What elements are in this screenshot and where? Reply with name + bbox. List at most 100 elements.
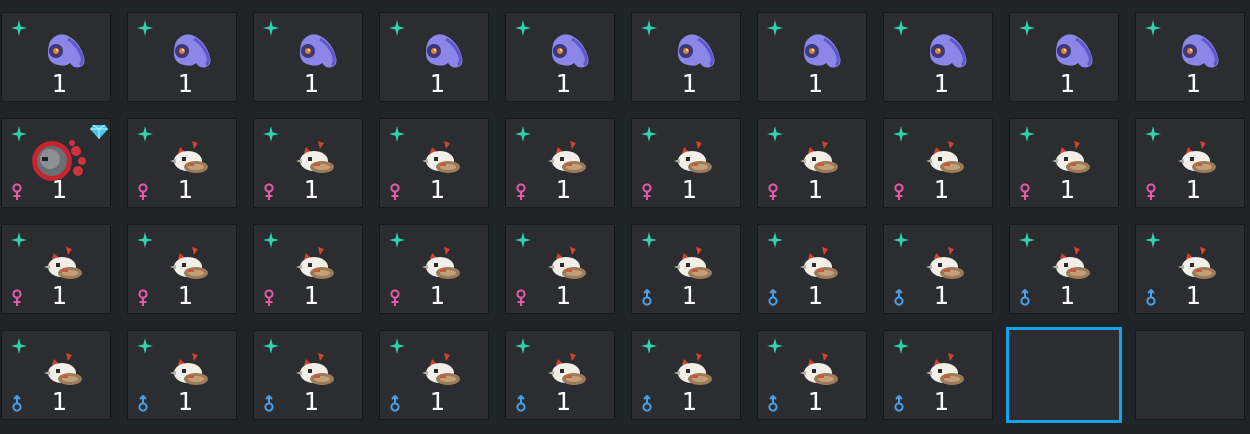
box-slot[interactable]: 1 xyxy=(379,118,489,208)
box-slot[interactable]: 1 xyxy=(631,330,741,420)
female-icon xyxy=(1145,183,1157,201)
female-icon xyxy=(137,183,149,201)
box-slot[interactable]: 1 xyxy=(883,224,993,314)
slot-count: 1 xyxy=(933,69,949,98)
box-slot[interactable]: 1 xyxy=(883,330,993,420)
male-icon xyxy=(641,288,653,307)
shiny-sparkle-icon xyxy=(137,20,153,36)
slot-count: 1 xyxy=(807,69,823,98)
box-slot[interactable]: 1 xyxy=(883,12,993,102)
box-slot[interactable]: 1 xyxy=(505,118,615,208)
box-slot[interactable]: 1 xyxy=(1009,224,1119,314)
bird-pokemon-icon xyxy=(922,349,970,389)
box-slot[interactable]: 1 xyxy=(1,12,111,102)
box-slot[interactable]: 1 xyxy=(127,224,237,314)
shiny-sparkle-icon xyxy=(1145,126,1161,142)
slot-count: 1 xyxy=(177,281,193,310)
box-slot[interactable]: 1 xyxy=(253,224,363,314)
box-slot[interactable]: 1 xyxy=(505,330,615,420)
bird-pokemon-icon xyxy=(166,349,214,389)
ghost-pokemon-icon xyxy=(544,31,592,71)
male-icon xyxy=(767,394,779,413)
shiny-sparkle-icon xyxy=(263,20,279,36)
shiny-sparkle-icon xyxy=(389,338,405,354)
ghost-pokemon-icon xyxy=(1174,31,1222,71)
bird-pokemon-icon xyxy=(796,137,844,177)
shiny-sparkle-icon xyxy=(641,232,657,248)
box-slot[interactable]: 1 xyxy=(1135,118,1245,208)
box-slot[interactable]: 1 xyxy=(253,12,363,102)
box-slot[interactable]: 1 xyxy=(631,224,741,314)
box-slot[interactable]: 1 xyxy=(1135,12,1245,102)
bird-pokemon-icon xyxy=(670,243,718,283)
bird-pokemon-icon xyxy=(40,243,88,283)
box-slot[interactable]: 1 xyxy=(757,118,867,208)
slot-count: 1 xyxy=(429,387,445,416)
box-slot[interactable]: 1 xyxy=(883,118,993,208)
male-icon xyxy=(893,288,905,307)
female-icon xyxy=(11,289,23,307)
male-icon xyxy=(893,394,905,413)
slot-count: 1 xyxy=(1059,69,1075,98)
box-slot[interactable]: 1 xyxy=(127,118,237,208)
shiny-sparkle-icon xyxy=(11,338,27,354)
slot-count: 1 xyxy=(303,387,319,416)
slot-count: 1 xyxy=(303,281,319,310)
box-slot[interactable]: 1 xyxy=(379,330,489,420)
slot-count: 1 xyxy=(177,69,193,98)
ghost-pokemon-icon xyxy=(796,31,844,71)
female-icon xyxy=(515,289,527,307)
bird-pokemon-icon xyxy=(292,349,340,389)
box-slot[interactable]: 1 xyxy=(505,224,615,314)
female-icon xyxy=(263,183,275,201)
bird-pokemon-icon xyxy=(796,243,844,283)
shiny-sparkle-icon xyxy=(893,126,909,142)
shiny-sparkle-icon xyxy=(11,20,27,36)
box-slot[interactable]: 1 xyxy=(1135,224,1245,314)
box-slot[interactable]: 1 xyxy=(1,330,111,420)
box-slot[interactable]: 1 xyxy=(1,224,111,314)
shiny-sparkle-icon xyxy=(389,232,405,248)
male-icon xyxy=(767,288,779,307)
box-slot[interactable]: 1 xyxy=(757,224,867,314)
box-slot[interactable]: 1 xyxy=(1,118,111,208)
slot-count: 1 xyxy=(933,281,949,310)
bird-pokemon-icon xyxy=(166,243,214,283)
ghost-pokemon-icon xyxy=(166,31,214,71)
shiny-sparkle-icon xyxy=(1019,232,1035,248)
ghost-pokemon-icon xyxy=(292,31,340,71)
box-slot-selected[interactable] xyxy=(1006,327,1122,423)
box-slot[interactable]: 1 xyxy=(379,224,489,314)
ghost-pokemon-icon xyxy=(670,31,718,71)
shiny-sparkle-icon xyxy=(389,126,405,142)
box-slot[interactable]: 1 xyxy=(757,12,867,102)
slot-count: 1 xyxy=(177,387,193,416)
female-icon xyxy=(515,183,527,201)
box-slot-empty[interactable] xyxy=(1135,330,1245,420)
slot-count: 1 xyxy=(51,281,67,310)
shiny-sparkle-icon xyxy=(767,232,783,248)
box-slot[interactable]: 1 xyxy=(757,330,867,420)
box-slot[interactable]: 1 xyxy=(631,12,741,102)
bird-pokemon-icon xyxy=(40,349,88,389)
bird-pokemon-icon xyxy=(670,137,718,177)
box-slot[interactable]: 1 xyxy=(505,12,615,102)
box-slot[interactable]: 1 xyxy=(379,12,489,102)
box-slot[interactable]: 1 xyxy=(1009,12,1119,102)
shiny-sparkle-icon xyxy=(515,232,531,248)
slot-count: 1 xyxy=(681,175,697,204)
box-slot[interactable]: 1 xyxy=(631,118,741,208)
shiny-sparkle-icon xyxy=(263,232,279,248)
box-slot[interactable]: 1 xyxy=(127,330,237,420)
slot-count: 1 xyxy=(51,387,67,416)
shiny-sparkle-icon xyxy=(1145,232,1161,248)
box-slot[interactable]: 1 xyxy=(253,330,363,420)
male-icon xyxy=(263,394,275,413)
box-slot[interactable]: 1 xyxy=(1009,118,1119,208)
bird-pokemon-icon xyxy=(670,349,718,389)
slot-count: 1 xyxy=(303,175,319,204)
box-slot[interactable]: 1 xyxy=(253,118,363,208)
female-icon xyxy=(389,183,401,201)
box-slot[interactable]: 1 xyxy=(127,12,237,102)
bird-pokemon-icon xyxy=(418,243,466,283)
